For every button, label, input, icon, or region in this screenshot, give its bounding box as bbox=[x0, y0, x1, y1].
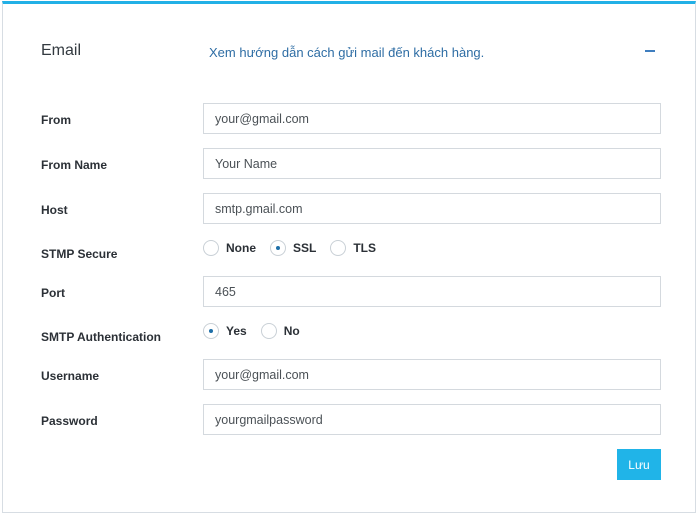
secure-ssl-label[interactable]: SSL bbox=[293, 241, 316, 255]
auth-no-label[interactable]: No bbox=[284, 324, 300, 338]
auth-no-radio[interactable] bbox=[260, 323, 277, 339]
save-button[interactable]: Lưu bbox=[617, 449, 661, 480]
secure-label: STMP Secure bbox=[41, 247, 118, 261]
auth-radio-group: Yes No bbox=[203, 323, 314, 339]
auth-yes-radio[interactable] bbox=[203, 323, 219, 339]
port-label: Port bbox=[41, 286, 65, 300]
from-name-input[interactable] bbox=[203, 148, 661, 179]
collapse-icon[interactable] bbox=[645, 50, 655, 52]
secure-tls-label[interactable]: TLS bbox=[353, 241, 376, 255]
secure-none-label[interactable]: None bbox=[226, 241, 256, 255]
username-input[interactable] bbox=[203, 359, 661, 390]
email-settings-panel: Email Xem hướng dẫn cách gửi mail đến kh… bbox=[2, 1, 696, 513]
secure-radio-group: None SSL TLS bbox=[203, 240, 390, 256]
secure-ssl-radio[interactable] bbox=[270, 240, 286, 256]
username-label: Username bbox=[41, 369, 100, 383]
email-guide-link[interactable]: Xem hướng dẫn cách gửi mail đến khách hà… bbox=[209, 45, 484, 60]
host-label: Host bbox=[41, 203, 68, 217]
secure-none-radio[interactable] bbox=[203, 240, 219, 256]
from-label: From bbox=[41, 113, 71, 127]
panel-title: Email bbox=[41, 42, 82, 59]
password-input[interactable] bbox=[203, 404, 661, 435]
auth-label: SMTP Authentication bbox=[41, 330, 161, 344]
from-input[interactable] bbox=[203, 103, 661, 134]
password-label: Password bbox=[41, 414, 98, 428]
auth-yes-label[interactable]: Yes bbox=[226, 324, 247, 338]
secure-tls-radio[interactable] bbox=[330, 240, 347, 256]
host-input[interactable] bbox=[203, 193, 661, 224]
port-input[interactable] bbox=[203, 276, 661, 307]
from-name-label: From Name bbox=[41, 158, 108, 172]
